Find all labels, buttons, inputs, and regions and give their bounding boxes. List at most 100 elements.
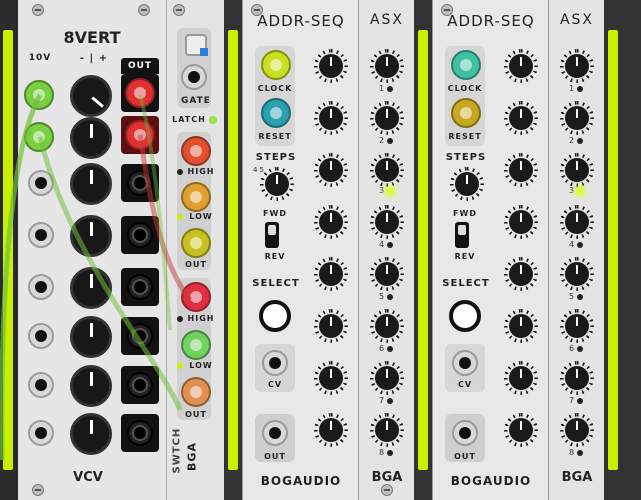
low-jack-1[interactable] [181, 182, 211, 212]
step-knob-1[interactable] [509, 54, 533, 78]
step-knob-7[interactable] [319, 366, 343, 390]
cv-jack[interactable] [262, 350, 288, 376]
output-jack-8[interactable] [127, 420, 153, 446]
expander-knob-1[interactable] [375, 54, 399, 78]
expander-knob-3[interactable] [375, 158, 399, 182]
input-jack-4[interactable] [28, 222, 54, 248]
input-jack-8[interactable] [28, 420, 54, 446]
steps-knob[interactable] [455, 172, 479, 196]
expander-knob-6[interactable] [565, 314, 589, 338]
step-led-6 [387, 346, 393, 352]
input-jack-3[interactable] [28, 170, 54, 196]
expander-knob-5[interactable] [565, 262, 589, 286]
gain-knob-4[interactable] [70, 215, 112, 257]
low-jack-2[interactable] [181, 330, 211, 360]
expander-knob-5[interactable] [375, 262, 399, 286]
clock-jack[interactable] [451, 50, 481, 80]
fwd-label: FWD [453, 209, 477, 218]
out-jack[interactable] [262, 420, 288, 446]
step-led-5 [387, 294, 393, 300]
out-label: OUT [127, 61, 153, 71]
high-jack-1[interactable] [181, 136, 211, 166]
out-jack[interactable] [452, 420, 478, 446]
gain-knob-1[interactable] [70, 75, 112, 117]
input-jack-7[interactable] [28, 372, 54, 398]
step-knob-2[interactable] [319, 106, 343, 130]
expander-knob-6[interactable] [375, 314, 399, 338]
expander-knob-2[interactable] [565, 106, 589, 130]
step-number-3: 3 [379, 186, 385, 195]
step-knob-3[interactable] [319, 158, 343, 182]
module-title: ASX [369, 12, 405, 28]
select-knob[interactable] [449, 300, 481, 332]
screw [138, 4, 150, 16]
rev-label: REV [454, 252, 476, 261]
out-jack-1[interactable] [181, 228, 211, 258]
direction-switch[interactable] [455, 222, 469, 248]
direction-switch[interactable] [265, 222, 279, 248]
expander-knob-1[interactable] [565, 54, 589, 78]
out-label: OUT [264, 452, 286, 461]
reset-jack[interactable] [451, 98, 481, 128]
step-knob-6[interactable] [509, 314, 533, 338]
screw [173, 4, 185, 16]
screw [381, 484, 393, 496]
output-jack-4[interactable] [127, 222, 153, 248]
expander-knob-7[interactable] [375, 366, 399, 390]
polarity-label: - | + [79, 53, 109, 64]
gate-jack[interactable] [181, 64, 207, 90]
gain-knob-7[interactable] [70, 365, 112, 407]
expander-knob-4[interactable] [565, 210, 589, 234]
output-jack-2[interactable] [125, 120, 155, 150]
expander-knob-3[interactable] [565, 158, 589, 182]
input-jack-6[interactable] [28, 323, 54, 349]
steps-knob[interactable] [265, 172, 289, 196]
out-jack-2[interactable] [181, 377, 211, 407]
module-title: ADDR-SEQ [257, 12, 345, 30]
asx-module-2: ASX 1 2 3 4 5 6 7 8 BGA [548, 0, 604, 500]
step-knob-8[interactable] [509, 418, 533, 442]
expander-knob-2[interactable] [375, 106, 399, 130]
reset-jack[interactable] [261, 98, 291, 128]
gain-knob-8[interactable] [70, 413, 112, 455]
input-jack-1[interactable] [24, 80, 54, 110]
level-meter-right [608, 30, 618, 470]
step-knob-1[interactable] [319, 54, 343, 78]
step-knob-5[interactable] [509, 262, 533, 286]
blue-indicator [200, 48, 208, 56]
step-knob-3[interactable] [509, 158, 533, 182]
step-knob-7[interactable] [509, 366, 533, 390]
output-jack-7[interactable] [127, 372, 153, 398]
gain-knob-5[interactable] [70, 267, 112, 309]
output-jack-3[interactable] [127, 170, 153, 196]
gain-knob-3[interactable] [70, 163, 112, 205]
expander-knob-4[interactable] [375, 210, 399, 234]
module-title: ASX [559, 12, 595, 28]
expander-knob-7[interactable] [565, 366, 589, 390]
output-jack-6[interactable] [127, 323, 153, 349]
step-knob-5[interactable] [319, 262, 343, 286]
low-label-1: LOW [189, 212, 213, 221]
output-jack-1[interactable] [125, 78, 155, 108]
input-jack-5[interactable] [28, 274, 54, 300]
step-knob-4[interactable] [509, 210, 533, 234]
clock-jack[interactable] [261, 50, 291, 80]
cv-jack[interactable] [452, 350, 478, 376]
high-jack-2[interactable] [181, 282, 211, 312]
expander-knob-8[interactable] [565, 418, 589, 442]
module-brand-vertical: BGA [185, 442, 199, 471]
step-knob-8[interactable] [319, 418, 343, 442]
gain-knob-6[interactable] [70, 316, 112, 358]
eightvert-module: 8VERT 10V - | + OUT VCV [18, 0, 166, 500]
output-jack-5[interactable] [127, 274, 153, 300]
clock-label: CLOCK [447, 84, 483, 93]
step-knob-2[interactable] [509, 106, 533, 130]
out-label-2: OUT [185, 410, 207, 419]
step-knob-6[interactable] [319, 314, 343, 338]
expander-knob-8[interactable] [375, 418, 399, 442]
gain-knob-2[interactable] [70, 117, 112, 159]
step-number-8: 8 [379, 448, 385, 457]
input-jack-2[interactable] [24, 122, 54, 152]
step-knob-4[interactable] [319, 210, 343, 234]
select-knob[interactable] [259, 300, 291, 332]
